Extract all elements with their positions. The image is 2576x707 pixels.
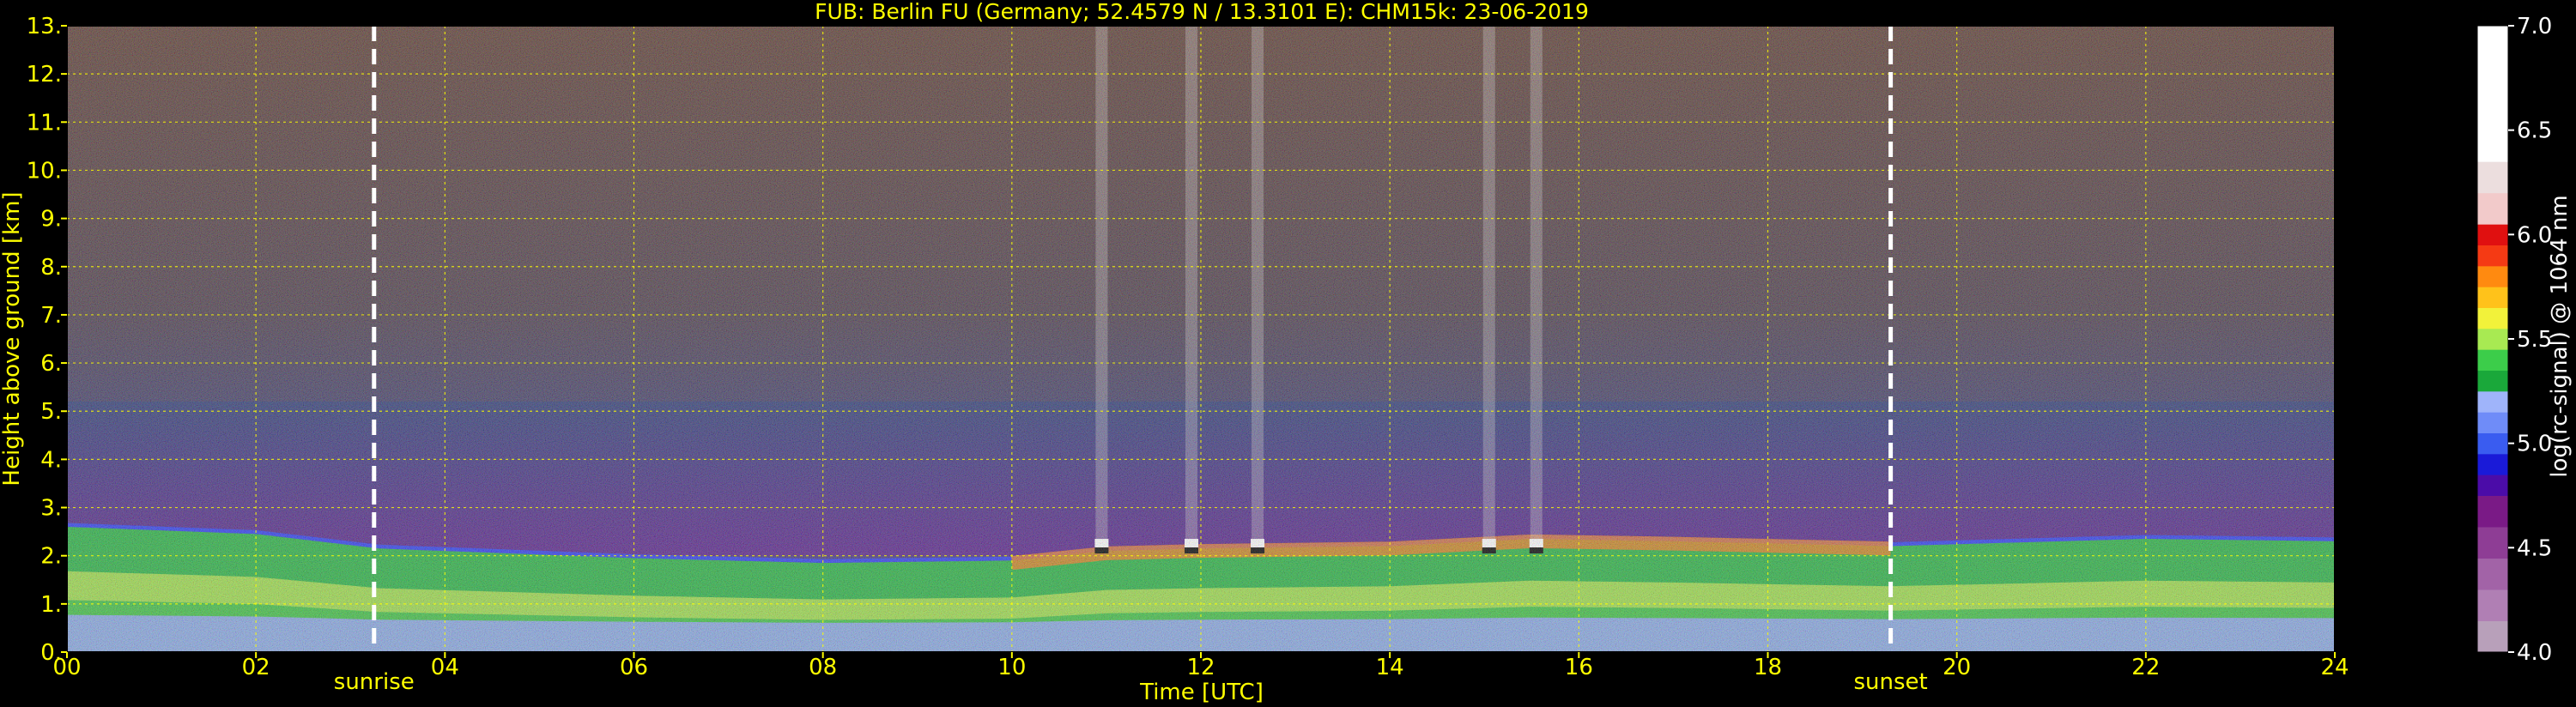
colorbar-swatch-7 — [2477, 432, 2508, 455]
y-tick-label: 13. — [27, 14, 62, 39]
colorbar-ticks: 4.04.55.05.56.06.57.0 — [2508, 14, 2552, 666]
chart-title: FUB: Berlin FU (Germany; 52.4579 N / 13.… — [815, 0, 1589, 24]
x-tick-label: 04 — [431, 655, 459, 680]
x-tick-label: 08 — [809, 655, 837, 680]
y-axis: 0. 1. 2. 3. 4. 5. 6. 7. 8. 9. 10. 11. 12. 13. — [27, 14, 67, 666]
x-tick-label: 02 — [242, 655, 270, 680]
x-tick-label: 06 — [620, 655, 648, 680]
y-tick-label: 0. — [40, 640, 62, 666]
colorbar-swatch-12 — [2477, 328, 2508, 350]
x-tick-label: 20 — [1943, 655, 1971, 680]
colorbar — [2476, 25, 2509, 653]
colorbar-swatch-2 — [2477, 558, 2508, 590]
colorbar-swatch-13 — [2477, 307, 2508, 329]
y-tick-label: 9. — [40, 207, 62, 233]
x-tick-label: 10 — [997, 655, 1026, 680]
colorbar-tick-label: 7.0 — [2517, 14, 2552, 39]
colorbar-swatch-17 — [2477, 224, 2508, 245]
y-tick-label: 3. — [40, 496, 62, 522]
colorbar-swatch-0 — [2477, 620, 2508, 653]
y-tick-label: 5. — [40, 399, 62, 425]
x-tick-label: 24 — [2320, 655, 2349, 680]
colorbar-swatch-11 — [2477, 349, 2508, 371]
y-tick-label: 11. — [27, 110, 62, 136]
y-tick-label: 4. — [40, 447, 62, 473]
colorbar-swatch-3 — [2477, 527, 2508, 559]
colorbar-swatch-8 — [2477, 412, 2508, 433]
colorbar-swatch-5 — [2477, 474, 2508, 496]
x-tick-label: 12 — [1186, 655, 1215, 680]
sun-annotations: sunrise sunset — [334, 669, 1928, 695]
colorbar-swatch-14 — [2477, 287, 2508, 308]
y-tick-label: 1. — [40, 592, 62, 618]
y-tick-label: 12. — [27, 62, 62, 88]
y-tick-label: 6. — [40, 351, 62, 377]
colorbar-swatch-4 — [2477, 495, 2508, 528]
colorbar-swatch-1 — [2477, 589, 2508, 621]
colorbar-swatch-16 — [2477, 245, 2508, 267]
x-axis-label: Time [UTC] — [1139, 680, 1264, 705]
x-tick-label: 18 — [1754, 655, 1782, 680]
ceilometer-figure: FUB: Berlin FU (Germany; 52.4579 N / 13.… — [0, 0, 2573, 705]
plot-area — [67, 26, 2335, 652]
colorbar-swatch-15 — [2477, 265, 2508, 287]
annotation-sunrise: sunrise — [334, 669, 415, 695]
colorbar-swatch-9 — [2477, 390, 2508, 413]
colorbar-label: log(rc-signal) @ 1064 nm — [2547, 195, 2573, 477]
annotation-sunset: sunset — [1853, 669, 1927, 695]
colorbar-swatch-18 — [2477, 192, 2508, 225]
y-tick-label: 8. — [40, 255, 62, 281]
colorbar-swatch-6 — [2477, 453, 2508, 475]
colorbar-tick-label: 4.5 — [2517, 535, 2552, 561]
colorbar-swatch-19 — [2477, 161, 2508, 194]
y-axis-label: Height above ground [km] — [0, 191, 25, 486]
x-tick-label: 22 — [2131, 655, 2160, 680]
y-tick-label: 2. — [40, 544, 62, 570]
x-tick-label: 14 — [1376, 655, 1404, 680]
y-tick-label: 7. — [40, 303, 62, 329]
colorbar-tick-label: 4.0 — [2517, 640, 2552, 666]
colorbar-swatch-10 — [2477, 370, 2508, 392]
colorbar-tick-label: 6.5 — [2517, 118, 2552, 144]
x-tick-label: 16 — [1565, 655, 1593, 680]
colorbar-swatch-20 — [2477, 26, 2508, 162]
y-tick-label: 10. — [27, 158, 62, 184]
